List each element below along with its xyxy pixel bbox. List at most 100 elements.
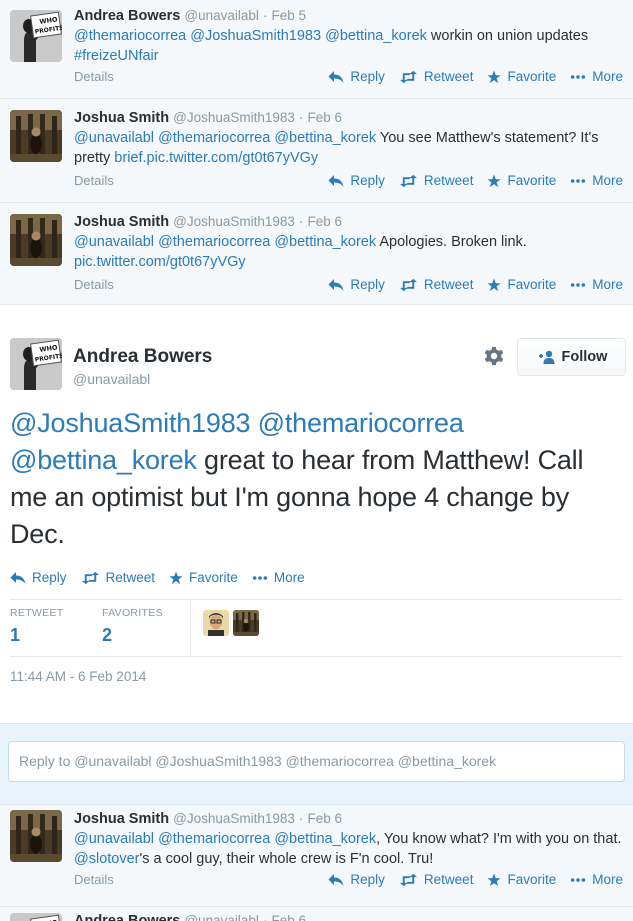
reply-input[interactable]: Reply to @unavailabl @JoshuaSmith1983 @t… <box>8 741 625 782</box>
timestamp[interactable]: Feb 6 <box>307 214 342 229</box>
tweet-text-segment: 's a cool guy, their whole crew is F'n c… <box>139 850 434 867</box>
favorite-action[interactable]: Favorite <box>169 570 238 585</box>
timestamp[interactable]: Feb 5 <box>271 8 306 23</box>
tweet-text: @JoshuaSmith1983 @themariocorrea @bettin… <box>10 405 610 553</box>
reply-area: Reply to @unavailabl @JoshuaSmith1983 @t… <box>0 723 633 805</box>
more-action[interactable]: More <box>570 872 623 887</box>
timestamp[interactable]: Feb 6 <box>307 811 342 826</box>
mention-link[interactable]: @bettina_korek <box>325 28 427 44</box>
mention-link[interactable]: @JoshuaSmith1983 <box>190 28 321 44</box>
more-dots-icon <box>570 178 586 184</box>
username[interactable]: @unavailabl <box>184 8 259 23</box>
retweet-icon <box>399 70 418 84</box>
more-label: More <box>592 173 623 188</box>
fullname[interactable]: Andrea Bowers <box>73 346 212 368</box>
more-dots-icon <box>570 74 586 80</box>
more-action[interactable]: More <box>570 277 623 292</box>
tweet-item[interactable]: Joshua Smith @JoshuaSmith1983 · Feb 6 @u… <box>0 203 633 305</box>
details-link[interactable]: Details <box>74 277 114 292</box>
hashtag-link[interactable]: #freizeUNfair <box>74 48 159 64</box>
mention-link[interactable]: @themariocorrea <box>158 130 270 146</box>
mention-link[interactable]: @unavailabl <box>74 130 154 146</box>
more-label: More <box>592 277 623 292</box>
avatar[interactable] <box>233 610 259 636</box>
favorites-stat[interactable]: FAVORITES 2 <box>102 607 163 646</box>
mention-link[interactable]: @bettina_korek <box>274 234 376 250</box>
favorite-label: Favorite <box>507 69 557 84</box>
reply-action[interactable]: Reply <box>328 277 385 292</box>
fullname[interactable]: Andrea Bowers <box>74 913 180 921</box>
separator-dot: · <box>262 8 268 23</box>
reply-action[interactable]: Reply <box>328 69 385 84</box>
reply-label: Reply <box>350 69 385 84</box>
details-link[interactable]: Details <box>74 872 114 887</box>
avatar[interactable] <box>10 10 62 62</box>
favorite-action[interactable]: Favorite <box>487 173 556 188</box>
favorite-action[interactable]: Favorite <box>487 872 556 887</box>
details-link[interactable]: Details <box>74 69 114 84</box>
favorite-action[interactable]: Favorite <box>487 69 556 84</box>
fullname[interactable]: Joshua Smith <box>74 811 169 827</box>
url-link[interactable]: brief.pic.twitter.com/gt0t67yVGy <box>114 150 318 166</box>
username[interactable]: @unavailabl <box>73 371 150 387</box>
retweet-action[interactable]: Retweet <box>81 570 155 585</box>
username[interactable]: @JoshuaSmith1983 <box>173 811 295 826</box>
mention-link[interactable]: @themariocorrea <box>74 28 186 44</box>
retweet-action[interactable]: Retweet <box>399 173 473 188</box>
mention-link[interactable]: @themariocorrea <box>158 234 270 250</box>
avatar[interactable] <box>10 110 62 162</box>
favorites-stat-label: FAVORITES <box>102 607 163 619</box>
retweet-stat[interactable]: RETWEET 1 <box>10 607 63 646</box>
avatar[interactable] <box>10 810 62 862</box>
avatar[interactable] <box>10 913 62 921</box>
fullname[interactable]: Andrea Bowers <box>74 8 180 24</box>
more-action[interactable]: More <box>252 570 305 585</box>
mention-link[interactable]: @bettina_korek <box>10 445 197 475</box>
fullname[interactable]: Joshua Smith <box>74 110 169 126</box>
reply-action[interactable]: Reply <box>328 173 385 188</box>
url-link[interactable]: pic.twitter.com/gt0t67yVGy <box>74 254 246 270</box>
stat-divider <box>190 600 191 656</box>
retweet-action[interactable]: Retweet <box>399 277 473 292</box>
avatar[interactable] <box>10 214 62 266</box>
retweet-action[interactable]: Retweet <box>399 872 473 887</box>
details-link[interactable]: Details <box>74 173 114 188</box>
tweet-item[interactable]: Joshua Smith @JoshuaSmith1983 · Feb 6 @u… <box>0 99 633 203</box>
username[interactable]: @JoshuaSmith1983 <box>173 214 295 229</box>
tweet-item[interactable]: Andrea Bowers @unavailabl · Feb 5 @thema… <box>0 0 633 99</box>
tweet-text: @unavailabl @themariocorrea @bettina_kor… <box>74 830 623 869</box>
follow-button[interactable]: Follow <box>517 338 626 376</box>
mention-link[interactable]: @unavailabl <box>74 831 154 847</box>
reply-action[interactable]: Reply <box>328 872 385 887</box>
avatar[interactable] <box>203 610 229 636</box>
username[interactable]: @JoshuaSmith1983 <box>173 110 295 125</box>
retweet-action[interactable]: Retweet <box>399 69 473 84</box>
tweet-stats: RETWEET 1 FAVORITES 2 <box>10 599 623 657</box>
timestamp[interactable]: Feb 6 <box>271 913 306 921</box>
star-icon <box>487 873 501 887</box>
username[interactable]: @unavailabl <box>184 913 259 921</box>
reply-action[interactable]: Reply <box>10 570 67 585</box>
mention-link[interactable]: @bettina_korek <box>274 831 376 847</box>
mention-link[interactable]: @themariocorrea <box>158 831 270 847</box>
more-dots-icon <box>570 877 586 883</box>
mention-link[interactable]: @JoshuaSmith1983 <box>10 408 251 438</box>
tweet-item[interactable]: Andrea Bowers @unavailabl · Feb 6 <box>0 907 633 921</box>
mention-link[interactable]: @themariocorrea <box>258 408 464 438</box>
mention-link[interactable]: @unavailabl <box>74 234 154 250</box>
tweet-item[interactable]: Joshua Smith @JoshuaSmith1983 · Feb 6 @u… <box>0 805 633 907</box>
favorite-action[interactable]: Favorite <box>487 277 556 292</box>
avatar[interactable] <box>10 338 62 390</box>
gear-icon[interactable] <box>483 345 505 367</box>
retweet-icon <box>399 174 418 188</box>
mention-link[interactable]: @bettina_korek <box>274 130 376 146</box>
reply-label: Reply <box>350 173 385 188</box>
more-action[interactable]: More <box>570 173 623 188</box>
timestamp[interactable]: Feb 6 <box>307 110 342 125</box>
mention-link[interactable]: @slotover <box>74 851 140 867</box>
tweet-header: Joshua Smith @JoshuaSmith1983 · Feb 6 <box>74 108 623 128</box>
fullname[interactable]: Joshua Smith <box>74 214 169 230</box>
tweet-text: @unavailabl @themariocorrea @bettina_kor… <box>74 129 623 168</box>
favorite-label: Favorite <box>507 872 557 887</box>
more-action[interactable]: More <box>570 69 623 84</box>
